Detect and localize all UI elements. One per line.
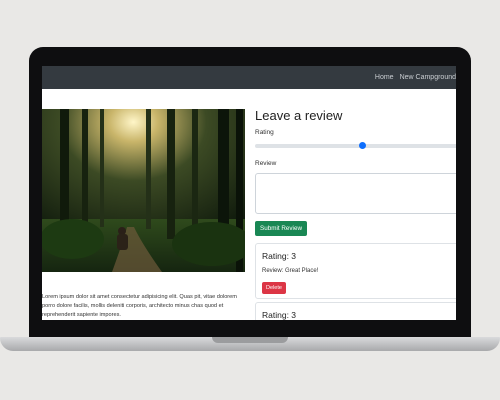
laptop-notch	[212, 337, 288, 343]
review-rating: Rating: 3	[262, 310, 297, 320]
rating-label: Rating	[255, 129, 274, 136]
review-form-title: Leave a review	[255, 108, 343, 123]
review-textarea[interactable]	[255, 173, 456, 214]
campground-image	[42, 109, 245, 272]
navbar: Home New Campground	[42, 66, 456, 89]
campground-description: Lorem ipsum dolor sit amet consectetur a…	[42, 294, 237, 318]
browser-viewport: Home New Campground Lorem ipsum dolor si…	[42, 66, 456, 320]
review-label: Review	[255, 160, 277, 167]
nav-links: Home New Campground	[375, 66, 456, 89]
rating-slider[interactable]	[255, 142, 456, 149]
review-card: Rating: 3	[255, 302, 456, 320]
review-rating: Rating: 3	[262, 251, 297, 261]
nav-link-new-campground[interactable]: New Campground	[400, 74, 456, 81]
delete-review-button[interactable]: Delete	[262, 282, 286, 294]
review-text: Review: Great Place!	[262, 268, 319, 274]
submit-review-button[interactable]: Submit Review	[255, 221, 307, 236]
review-card: Rating: 3 Review: Great Place! Delete	[255, 243, 456, 299]
rating-slider-thumb[interactable]	[358, 142, 366, 149]
nav-link-home[interactable]: Home	[375, 74, 394, 81]
